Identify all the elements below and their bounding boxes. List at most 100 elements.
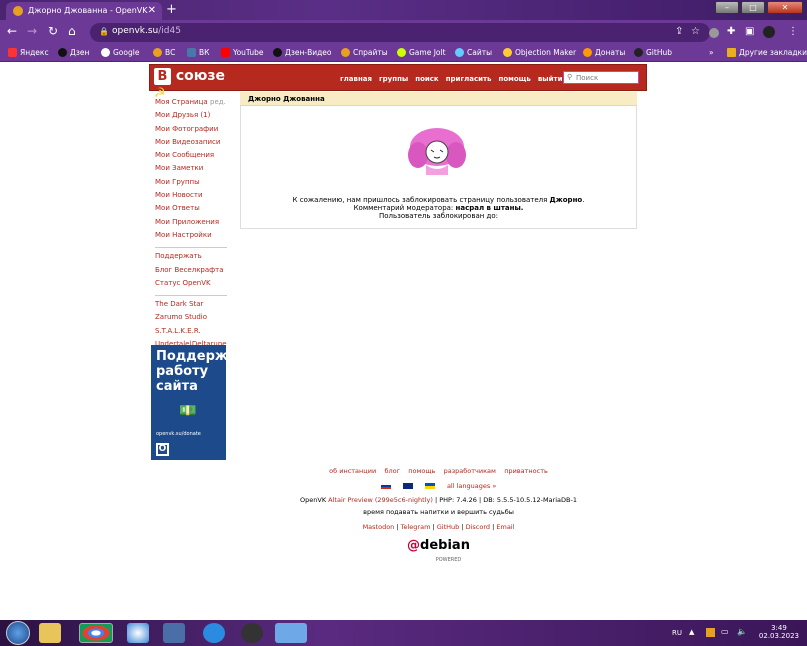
sidebar-item-dark-star[interactable]: The Dark Star bbox=[155, 300, 227, 313]
sidepanel-icon[interactable]: ▣ bbox=[745, 26, 754, 37]
sidebar-item-stalker[interactable]: S.T.A.L.K.E.R. bbox=[155, 327, 227, 340]
language-indicator[interactable]: RU bbox=[672, 629, 682, 637]
explorer-icon[interactable] bbox=[39, 623, 61, 643]
nav-groups[interactable]: группы bbox=[379, 75, 408, 83]
dzen-video-icon bbox=[273, 48, 282, 57]
sidebar-item-support[interactable]: Поддержать bbox=[155, 252, 227, 265]
window-controls: – □ ✕ bbox=[715, 1, 803, 14]
tray-arrow-icon[interactable]: ▲ bbox=[689, 628, 694, 636]
close-window-icon[interactable]: ✕ bbox=[767, 1, 803, 14]
version-info: OpenVK Altair Preview (299e5c6-nightly) … bbox=[300, 496, 577, 504]
edit-link[interactable]: ред. bbox=[210, 98, 226, 106]
bookmark-gamejolt[interactable]: Game Jolt bbox=[397, 48, 446, 57]
ubisoft-icon[interactable] bbox=[241, 623, 263, 643]
sidebar-item-apps[interactable]: Мои Приложения bbox=[155, 218, 227, 231]
bookmark-sprites[interactable]: Спрайты bbox=[341, 48, 388, 57]
sidebar-item-blog[interactable]: Блог Веселкрафта bbox=[155, 266, 227, 279]
debian-badge[interactable]: @debian POWERED bbox=[240, 539, 637, 566]
search-input[interactable]: ⚲ Поиск bbox=[563, 71, 639, 84]
dzen-icon bbox=[58, 48, 67, 57]
flag-ru-icon[interactable] bbox=[380, 483, 391, 489]
sidebar-item-messages[interactable]: Мои Сообщения bbox=[155, 151, 227, 164]
puzzle-icon[interactable]: ✚ bbox=[727, 26, 735, 37]
star-icon[interactable]: ☆ bbox=[691, 26, 700, 37]
address-bar[interactable]: 🔒 openvk.su/id45 bbox=[90, 23, 710, 42]
minimize-icon[interactable]: – bbox=[715, 1, 739, 14]
bookmark-yandex[interactable]: Яндекс bbox=[8, 48, 49, 57]
link-telegram[interactable]: Telegram bbox=[401, 523, 431, 531]
bookmark-github[interactable]: GitHub bbox=[634, 48, 672, 57]
flag-uk-icon[interactable] bbox=[402, 483, 413, 489]
sidebar-item-groups[interactable]: Мои Группы bbox=[155, 178, 227, 191]
sidebar-item-answers[interactable]: Мои Ответы bbox=[155, 204, 227, 217]
bookmark-vs[interactable]: ВС bbox=[153, 48, 175, 57]
link-mastodon[interactable]: Mastodon bbox=[363, 523, 395, 531]
start-button[interactable] bbox=[6, 621, 30, 645]
bookmark-objection[interactable]: Objection Maker bbox=[503, 48, 576, 57]
sidebar-item-zarumo[interactable]: Zarumo Studio bbox=[155, 313, 227, 326]
bookmark-dzen-video[interactable]: Дзен-Видео bbox=[273, 48, 331, 57]
settings-app-icon[interactable] bbox=[127, 623, 149, 643]
social-links: Mastodon | Telegram | GitHub | Discord |… bbox=[362, 523, 515, 531]
nav-logout[interactable]: выйти bbox=[538, 75, 563, 83]
extension-icon[interactable] bbox=[709, 28, 719, 38]
network-icon[interactable]: ▭ bbox=[721, 627, 729, 636]
flag-ua-icon[interactable] bbox=[424, 483, 435, 489]
other-bookmarks[interactable]: Другие закладки bbox=[727, 48, 807, 57]
sidebar-item-friends[interactable]: Мои Друзья (1) bbox=[155, 111, 227, 124]
sidebar-item-photos[interactable]: Мои Фотографии bbox=[155, 125, 227, 138]
window-app-icon[interactable] bbox=[275, 623, 307, 643]
sidebar-item-news[interactable]: Мои Новости bbox=[155, 191, 227, 204]
volume-icon[interactable]: 🔈 bbox=[737, 627, 747, 636]
sprites-icon bbox=[341, 48, 350, 57]
tray-app-icon[interactable] bbox=[706, 628, 715, 637]
profile-name: Джорно Джованна bbox=[240, 92, 637, 106]
site-logo[interactable]: В союзе ☭ bbox=[154, 68, 238, 101]
paint-icon[interactable] bbox=[203, 623, 225, 643]
bookmark-vk[interactable]: ВК bbox=[187, 48, 209, 57]
clock[interactable]: 3:49 02.03.2023 bbox=[759, 624, 799, 640]
link-github[interactable]: GitHub bbox=[437, 523, 460, 531]
bookmark-youtube[interactable]: YouTube bbox=[221, 48, 264, 57]
donate-banner[interactable]: Поддержи работу сайта 💵 openvk.su/donate O bbox=[151, 345, 237, 460]
nav-home[interactable]: главная bbox=[340, 75, 372, 83]
nav-help[interactable]: помощь bbox=[499, 75, 531, 83]
footer-blog[interactable]: блог bbox=[384, 467, 400, 475]
tab-active[interactable]: Джорно Джованна - OpenVK ✕ bbox=[6, 2, 162, 20]
back-icon[interactable]: ← bbox=[7, 24, 17, 38]
link-email[interactable]: Email bbox=[496, 523, 514, 531]
folder-icon bbox=[727, 48, 736, 57]
footer-help[interactable]: помощь bbox=[408, 467, 435, 475]
bookmark-sites[interactable]: Сайты bbox=[455, 48, 492, 57]
footer-privacy[interactable]: приватность bbox=[504, 467, 548, 475]
sidebar-item-notes[interactable]: Мои Заметки bbox=[155, 164, 227, 177]
menu-icon[interactable]: ⋮ bbox=[788, 26, 798, 37]
bookmark-google[interactable]: Google bbox=[101, 48, 139, 57]
all-languages-link[interactable]: all languages » bbox=[447, 482, 496, 490]
footer-dev[interactable]: разработчикам bbox=[444, 467, 496, 475]
version-link[interactable]: Altair Preview (299e5c6-nightly) bbox=[328, 496, 433, 504]
share-icon[interactable]: ⇪ bbox=[675, 26, 683, 37]
sidebar-item-status[interactable]: Статус OpenVK bbox=[155, 279, 227, 292]
sidebar-item-settings[interactable]: Мои Настройки bbox=[155, 231, 227, 244]
bookmark-dzen[interactable]: Дзен bbox=[58, 48, 89, 57]
link-discord[interactable]: Discord bbox=[466, 523, 490, 531]
close-tab-icon[interactable]: ✕ bbox=[148, 5, 156, 16]
yandex-icon bbox=[8, 48, 17, 57]
nav-invite[interactable]: пригласить bbox=[446, 75, 492, 83]
profile-avatar[interactable] bbox=[763, 26, 775, 38]
maximize-icon[interactable]: □ bbox=[741, 1, 765, 14]
nav-search[interactable]: поиск bbox=[415, 75, 438, 83]
home-icon[interactable]: ⌂ bbox=[68, 24, 76, 38]
new-tab-icon[interactable]: + bbox=[166, 2, 177, 17]
more-bookmarks-icon[interactable]: » bbox=[709, 48, 714, 57]
reload-icon[interactable]: ↻ bbox=[48, 24, 58, 38]
lock-icon: 🔒 bbox=[99, 27, 109, 36]
bookmark-donates[interactable]: Донаты bbox=[583, 48, 625, 57]
footer-about[interactable]: об инстанции bbox=[329, 467, 376, 475]
ban-until: Пользователь заблокирован до: bbox=[378, 212, 499, 220]
chrome-icon[interactable] bbox=[79, 623, 113, 643]
forward-icon[interactable]: → bbox=[27, 24, 37, 38]
sidebar-item-videos[interactable]: Мои Видеозаписи bbox=[155, 138, 227, 151]
app-icon[interactable] bbox=[163, 623, 185, 643]
